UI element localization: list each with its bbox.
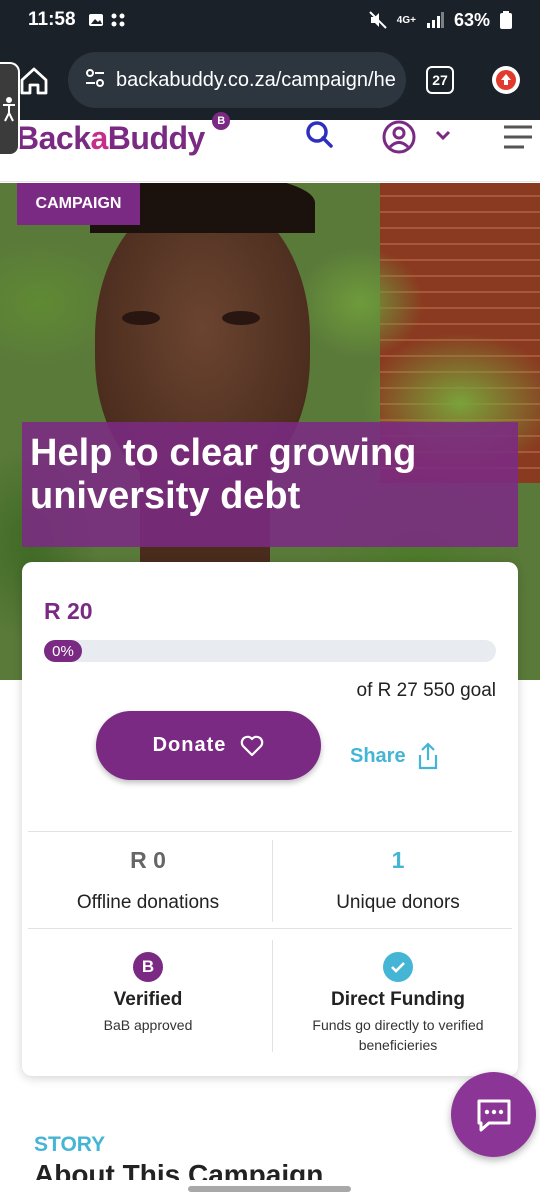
accessibility-button[interactable] [0, 62, 20, 156]
divider [28, 831, 512, 832]
offline-donations-value: R 0 [130, 847, 166, 873]
amount-raised: R 20 [44, 598, 93, 624]
chat-icon [477, 1099, 510, 1131]
offline-donations-label: Offline donations [76, 892, 220, 913]
logo-text-a: a [90, 120, 109, 156]
share-button[interactable]: Share [350, 742, 440, 770]
gallery-icon [88, 14, 103, 26]
accessibility-icon [3, 97, 15, 122]
donate-label: Donate [152, 734, 227, 756]
share-label: Share [350, 744, 406, 767]
left-eye [122, 311, 160, 325]
battery-icon [500, 11, 512, 29]
clock: 11:58 [28, 9, 76, 30]
progress-bar: 0% [44, 640, 496, 662]
signal-icon [426, 12, 444, 28]
address-bar[interactable]: backabuddy.co.za/campaign/he [68, 52, 406, 108]
status-right: 4G+ 63% [369, 10, 512, 31]
network-type: 4G+ [396, 14, 416, 26]
progress-fill: 0% [44, 640, 82, 662]
direct-funding-feature: Direct Funding Funds go directly to veri… [278, 952, 518, 1055]
heart-icon [241, 735, 264, 756]
direct-funding-subtitle: Funds go directly to verified beneficier… [312, 1017, 484, 1053]
extension-icon[interactable] [492, 66, 520, 94]
logo-text-back: Back [16, 120, 91, 156]
unique-donors-value: 1 [391, 847, 405, 873]
user-account-icon[interactable] [382, 120, 416, 154]
divider [272, 940, 273, 1052]
checkmark-icon [383, 952, 413, 982]
campaign-title-box: Help to clear growing university debt [22, 422, 518, 547]
mute-icon [369, 11, 387, 29]
goal-text: of R 27 550 goal [356, 680, 496, 701]
hamburger-menu-icon[interactable] [502, 124, 534, 150]
share-icon [418, 742, 437, 770]
status-bar: 11:58 4G+ 63% [0, 0, 540, 40]
home-icon[interactable] [18, 65, 50, 97]
story-section-title: About This Campaign [34, 1160, 324, 1180]
campaign-title: Help to clear growing university debt [30, 432, 417, 517]
campaign-tag: CAMPAIGN [17, 183, 140, 225]
chevron-down-icon[interactable] [434, 126, 452, 144]
search-icon[interactable] [305, 120, 333, 148]
right-eye [222, 311, 260, 325]
logo[interactable]: BackaBuddy B [16, 112, 230, 157]
verified-feature: B Verified BaB approved [28, 952, 268, 1035]
story-section-label: STORY [34, 1133, 106, 1156]
chat-button[interactable] [451, 1072, 536, 1157]
site-settings-icon[interactable] [84, 67, 106, 94]
apps-icon [111, 13, 125, 27]
site-header: BackaBuddy B [0, 112, 540, 182]
gesture-bar[interactable] [188, 1186, 351, 1192]
logo-badge: B [212, 112, 230, 130]
divider [28, 928, 512, 929]
offline-donations-stat: R 0 Offline donations [28, 847, 268, 914]
direct-funding-title: Direct Funding [330, 989, 466, 1010]
verified-badge-icon: B [133, 952, 163, 982]
verified-subtitle: BaB approved [103, 1017, 193, 1033]
divider [272, 840, 273, 922]
tab-switcher-button[interactable]: 27 [426, 66, 454, 94]
browser-toolbar: backabuddy.co.za/campaign/he 27 [0, 40, 540, 120]
verified-title: Verified [113, 989, 183, 1010]
url-text: backabuddy.co.za/campaign/he [116, 68, 396, 91]
unique-donors-label: Unique donors [336, 892, 460, 913]
notification-icons [88, 12, 126, 28]
donate-button[interactable]: Donate [96, 711, 321, 780]
unique-donors-stat: 1 Unique donors [278, 847, 518, 914]
battery-percent: 63% [453, 9, 490, 30]
donation-card: R 20 0% of R 27 550 goal Donate Share R … [22, 562, 518, 1076]
logo-text-buddy: Buddy [107, 120, 206, 156]
